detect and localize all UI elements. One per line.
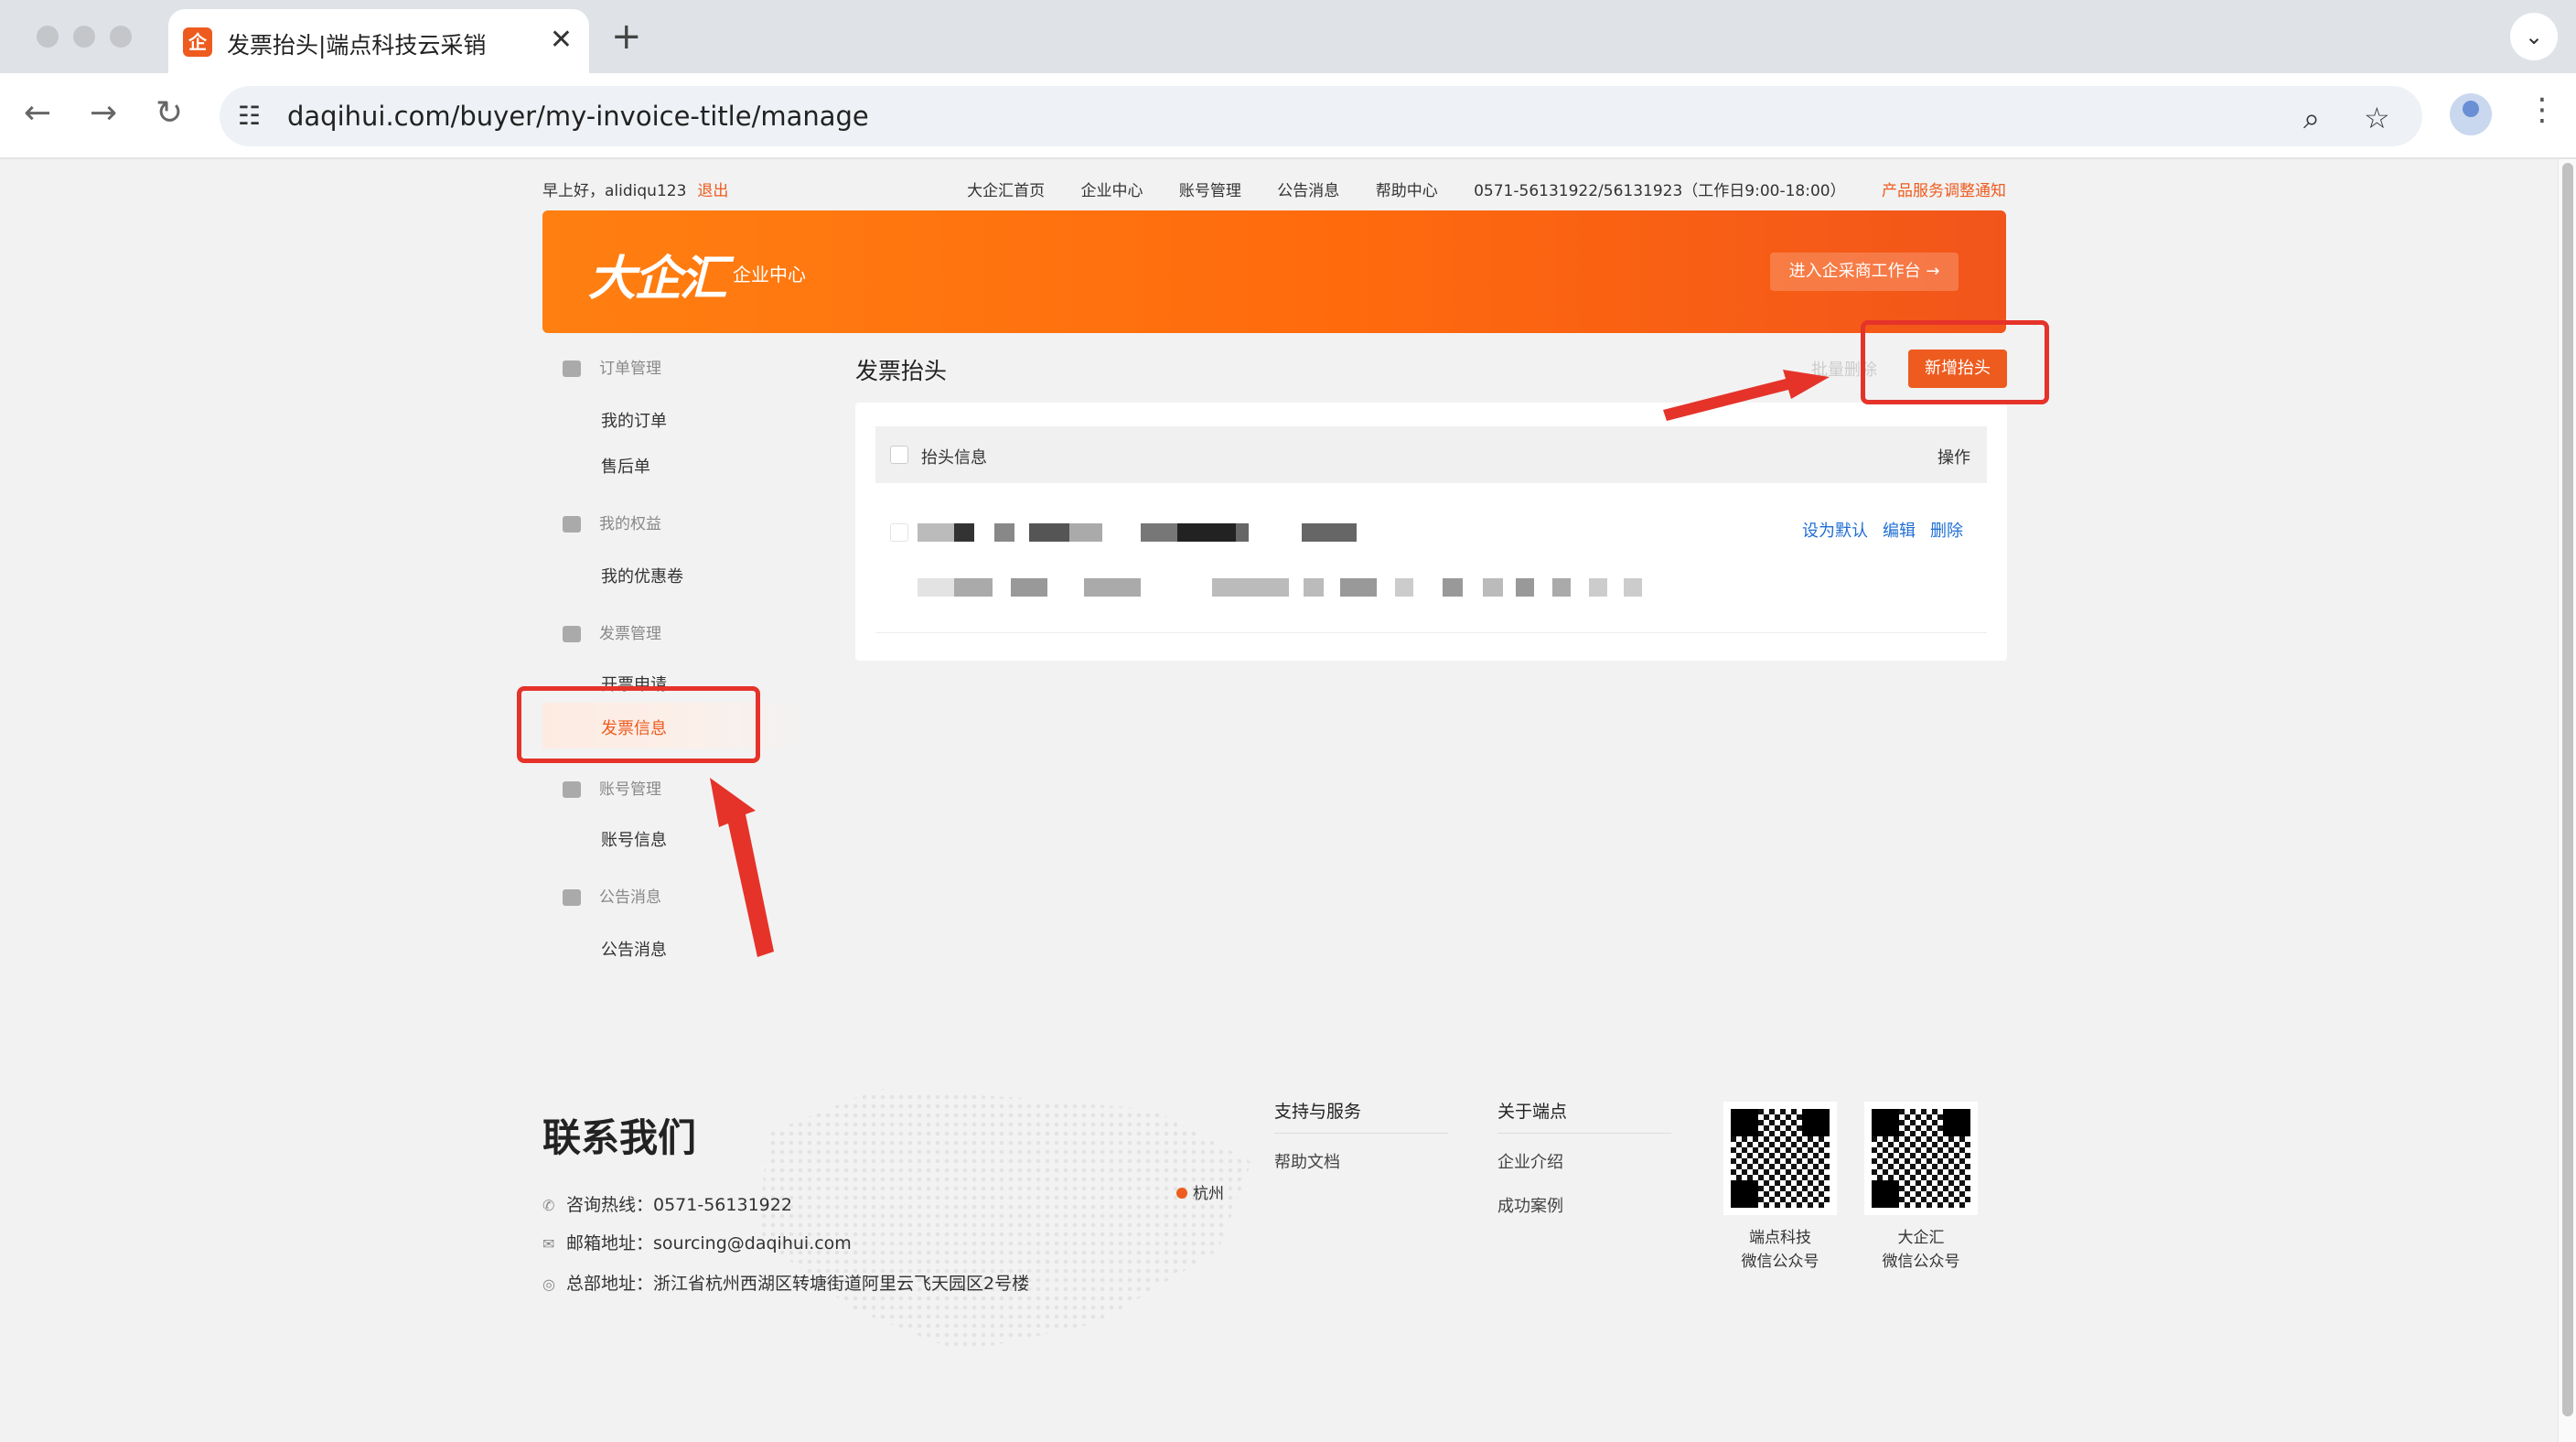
service-notice-link[interactable]: 产品服务调整通知 — [1882, 182, 2006, 200]
mail-icon: ✉ — [542, 1235, 555, 1253]
brand-logo[interactable]: 大企汇 — [588, 240, 727, 308]
top-bar: 早上好，alidiqu123 退出 大企汇首页 企业中心 账号管理 公告消息 帮助… — [542, 174, 2006, 201]
back-icon[interactable]: ← — [24, 93, 51, 134]
sidebar-group-orders: 订单管理 — [563, 355, 661, 378]
zoom-icon[interactable]: ⌕ — [2303, 101, 2320, 136]
qr-code-daqihui — [1864, 1102, 1978, 1215]
browser-chrome: 企 发票抬头|端点科技云采销 ✕ + ⌄ ← → ↻ ☷ daqihui.com… — [0, 0, 2576, 159]
table-header: 抬头信息 操作 — [875, 426, 1987, 483]
invoice-icon — [563, 626, 581, 642]
rights-icon — [563, 516, 581, 533]
sidebar-item-my-orders[interactable]: 我的订单 — [601, 408, 667, 432]
bookmark-star-icon[interactable]: ☆ — [2364, 101, 2390, 135]
browser-toolbar: ← → ↻ ☷ daqihui.com/buyer/my-invoice-tit… — [0, 73, 2576, 159]
sidebar-item-notices[interactable]: 公告消息 — [601, 937, 667, 961]
qr-caption-daqihui: 大企汇 微信公众号 — [1882, 1229, 1960, 1271]
logout-link[interactable]: 退出 — [697, 182, 728, 200]
window-close-dot[interactable] — [37, 26, 59, 48]
table-row: 设为默认 编辑 删除 — [875, 483, 1987, 633]
phone-icon: ✆ — [542, 1197, 555, 1214]
email-text[interactable]: 邮箱地址：sourcing@daqihui.com — [566, 1233, 852, 1254]
tab-search-chevron-icon[interactable]: ⌄ — [2510, 13, 2558, 60]
address-bar[interactable]: ☷ daqihui.com/buyer/my-invoice-title/man… — [220, 86, 2422, 146]
page-title: 发票抬头 — [855, 358, 948, 384]
sidebar-item-after-sale[interactable]: 售后单 — [601, 454, 650, 478]
delete-link[interactable]: 删除 — [1930, 522, 1963, 541]
user-icon — [563, 781, 581, 798]
sidebar-group-label: 发票管理 — [599, 625, 661, 643]
banner-subtitle: 企业中心 — [733, 264, 806, 285]
annotation-box-invoice-info — [517, 686, 760, 763]
address-line: ◎ 总部地址：浙江省杭州西湖区转塘街道阿里云飞天园区2号楼 — [542, 1270, 1029, 1295]
page-scrollbar[interactable] — [2558, 159, 2576, 1442]
header-banner: 大企汇 企业中心 进入企采商工作台 → — [542, 210, 2006, 333]
footer-success-cases-link[interactable]: 成功案例 — [1497, 1193, 1563, 1217]
sidebar-group-rights: 我的权益 — [563, 511, 661, 533]
footer-divider — [1274, 1133, 1448, 1134]
footer-about-title: 关于端点 — [1497, 1102, 1568, 1122]
tab-title: 发票抬头|端点科技云采销 — [227, 32, 487, 59]
footer-divider — [1497, 1133, 1671, 1134]
location-icon: ◎ — [542, 1275, 555, 1293]
window-zoom-dot[interactable] — [110, 26, 132, 48]
reload-icon[interactable]: ↻ — [156, 93, 183, 134]
toplink-account[interactable]: 账号管理 — [1179, 182, 1241, 200]
more-menu-icon[interactable]: ⋮ — [2527, 91, 2558, 128]
toplink-enterprise[interactable]: 企业中心 — [1080, 182, 1143, 200]
url-text[interactable]: daqihui.com/buyer/my-invoice-title/manag… — [287, 101, 869, 132]
favicon-icon: 企 — [183, 27, 212, 57]
contact-title: 联系我们 — [542, 1115, 697, 1160]
toplink-help[interactable]: 帮助中心 — [1376, 182, 1438, 200]
sidebar-group-label: 公告消息 — [599, 888, 661, 907]
hotline-text: 咨询热线：0571-56131922 — [566, 1195, 792, 1215]
footer-help-docs-link[interactable]: 帮助文档 — [1274, 1149, 1340, 1173]
hangzhou-label: 杭州 — [1193, 1185, 1224, 1203]
column-header-title-info: 抬头信息 — [921, 448, 987, 468]
enter-workbench-button[interactable]: 进入企采商工作台 → — [1770, 253, 1959, 291]
forward-icon[interactable]: → — [90, 93, 117, 134]
window-minimize-dot[interactable] — [73, 26, 95, 48]
email-line: ✉ 邮箱地址：sourcing@daqihui.com — [542, 1230, 852, 1254]
set-default-link[interactable]: 设为默认 — [1802, 522, 1868, 541]
tab-strip: 企 发票抬头|端点科技云采销 ✕ + ⌄ — [0, 0, 2576, 73]
hangzhou-marker-icon — [1176, 1188, 1187, 1199]
page: 早上好，alidiqu123 退出 大企汇首页 企业中心 账号管理 公告消息 帮助… — [0, 159, 2558, 1442]
phone-text: 0571-56131922/56131923（工作日9:00-18:00） — [1474, 182, 1846, 200]
invoice-title-table: 抬头信息 操作 设为默认 编辑 删除 — [855, 403, 2007, 661]
scrollbar-thumb[interactable] — [2562, 163, 2573, 1416]
message-icon — [563, 889, 581, 906]
sidebar-item-account-info[interactable]: 账号信息 — [601, 827, 667, 851]
sidebar-item-coupons[interactable]: 我的优惠卷 — [601, 564, 683, 587]
active-tab[interactable]: 企 发票抬头|端点科技云采销 ✕ — [168, 9, 589, 73]
toplink-notices[interactable]: 公告消息 — [1277, 182, 1339, 200]
sidebar-group-notices: 公告消息 — [563, 884, 661, 907]
address-text: 总部地址：浙江省杭州西湖区转塘街道阿里云飞天园区2号楼 — [566, 1274, 1030, 1294]
site-settings-icon[interactable]: ☷ — [238, 101, 261, 131]
row-actions: 设为默认 编辑 删除 — [1787, 518, 1963, 542]
select-all-checkbox[interactable] — [890, 446, 908, 464]
footer-support-title: 支持与服务 — [1274, 1102, 1362, 1122]
toplink-home[interactable]: 大企汇首页 — [967, 182, 1045, 200]
qr-caption-duandian: 端点科技 微信公众号 — [1741, 1229, 1819, 1271]
new-tab-icon[interactable]: + — [611, 15, 642, 59]
sidebar-group-label: 我的权益 — [599, 515, 661, 533]
edit-link[interactable]: 编辑 — [1883, 522, 1916, 541]
sidebar-group-invoices: 发票管理 — [563, 620, 661, 643]
footer-company-intro-link[interactable]: 企业介绍 — [1497, 1149, 1563, 1173]
column-header-actions: 操作 — [1937, 448, 1970, 468]
sidebar-group-label: 账号管理 — [599, 780, 661, 799]
qr-code-duandian — [1723, 1102, 1837, 1215]
sidebar-group-account: 账号管理 — [563, 776, 661, 799]
annotation-arrows — [710, 370, 1830, 957]
sidebar-group-label: 订单管理 — [599, 360, 661, 378]
profile-icon[interactable] — [2450, 93, 2492, 135]
hotline-line: ✆ 咨询热线：0571-56131922 — [542, 1191, 792, 1216]
greeting-text: 早上好，alidiqu123 — [542, 182, 687, 200]
row-checkbox[interactable] — [890, 523, 908, 542]
order-icon — [563, 360, 581, 377]
close-tab-icon[interactable]: ✕ — [550, 24, 573, 56]
annotation-box-add-button — [1861, 320, 2049, 404]
